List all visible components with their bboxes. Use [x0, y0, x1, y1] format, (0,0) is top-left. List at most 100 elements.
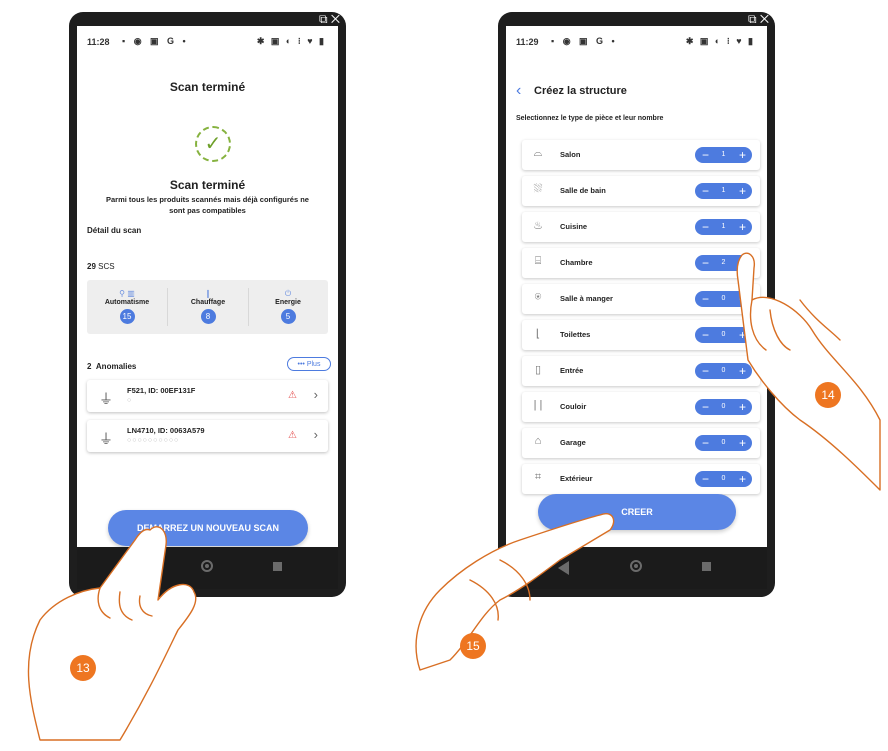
category-count-badge: 15	[119, 309, 135, 324]
room-row-chambre[interactable]: ⌸ Chambre −2 +	[522, 248, 760, 278]
room-count-stepper[interactable]: −1 +	[695, 147, 752, 163]
plug-icon: ⏚	[99, 391, 113, 407]
room-name: Chambre	[560, 258, 593, 267]
page-title: Scan terminé	[169, 80, 246, 94]
toilet-icon: ⌊	[535, 328, 541, 340]
warning-icon: ⚠	[288, 430, 297, 441]
warning-icon: ⚠	[288, 390, 297, 401]
room-row-entree[interactable]: ▯ Entrée −0 +	[522, 356, 760, 386]
room-row-salle-a-manger[interactable]: ⍟ Salle à manger −0 +	[522, 284, 760, 314]
home-icon[interactable]	[201, 560, 213, 572]
plus-icon[interactable]: +	[739, 219, 746, 235]
room-row-cuisine[interactable]: ♨ Cuisine −1 +	[522, 212, 760, 242]
room-count-stepper[interactable]: −1 +	[695, 183, 752, 199]
room-name: Salle à manger	[560, 294, 613, 303]
create-button[interactable]: CREER	[538, 494, 736, 530]
plus-icon[interactable]: +	[739, 147, 746, 163]
room-row-exterieur[interactable]: ⌗ Extérieur −0 +	[522, 464, 760, 494]
left-screen: 11:28 ▪ ◉ ▣ G • ✱ ▣ ◐ ⁝ ♥ ▮ Scan terminé…	[77, 26, 338, 589]
device-status-dots: ○	[127, 397, 133, 404]
room-count-stepper[interactable]: −1 +	[695, 219, 752, 235]
category-automatisme[interactable]: ⚲ ▥ Automatisme 15	[87, 280, 167, 334]
recent-apps-icon[interactable]	[702, 562, 711, 571]
anomalies-label: Anomalies	[95, 362, 137, 371]
plus-icon[interactable]: +	[739, 363, 746, 379]
room-name: Garage	[560, 438, 586, 447]
category-label: Chauffage	[190, 299, 226, 306]
plus-icon[interactable]: +	[739, 255, 746, 271]
room-row-couloir[interactable]: | | Couloir −0 +	[522, 392, 760, 422]
room-row-toilettes[interactable]: ⌊ Toilettes −0 +	[522, 320, 760, 350]
chevron-right-icon[interactable]: ›	[314, 387, 318, 402]
sofa-icon: ⌓	[533, 147, 543, 159]
room-count-stepper[interactable]: −0 +	[695, 327, 752, 343]
room-row-garage[interactable]: ⌂ Garage −0 +	[522, 428, 760, 458]
category-chauffage[interactable]: ❙ Chauffage 8	[168, 280, 248, 334]
window-controls[interactable]: ⧉ ✕	[319, 12, 340, 27]
back-arrow-icon[interactable]: ‹	[516, 82, 521, 100]
scan-count-unit: SCS	[98, 262, 115, 271]
device-name: LN4710, ID: 0063A579	[127, 426, 205, 435]
category-energie[interactable]: ⏻ Energie 5	[248, 280, 328, 334]
home-icon[interactable]	[630, 560, 642, 572]
status-system-icons: ✱ ▣ ◐ ⁝ ♥ ▮	[256, 36, 326, 46]
plus-icon[interactable]: +	[739, 471, 746, 487]
shower-icon: ⛆	[533, 183, 543, 195]
room-name: Entrée	[560, 366, 584, 375]
blinds-icon: ⚲ ▥	[119, 289, 135, 298]
room-name: Couloir	[560, 402, 587, 411]
back-icon[interactable]	[129, 561, 140, 575]
device-card[interactable]: ⏚ LN4710, ID: 0063A579 ○○○○○○○○○○ ⚠ ›	[87, 420, 328, 452]
scan-count-value: 29	[87, 262, 96, 271]
category-label: Energie	[275, 299, 301, 306]
scan-count: 29 SCS	[87, 262, 115, 271]
recent-apps-icon[interactable]	[273, 562, 282, 571]
plus-icon[interactable]: +	[739, 291, 746, 307]
status-notification-icons: ▪ ◉ ▣ G •	[122, 36, 189, 46]
room-name: Cuisine	[560, 222, 588, 231]
right-phone: ⧉ ✕ 11:29 ▪ ◉ ▣ G • ✱ ▣ ◐ ⁝ ♥ ▮ ‹ Créez …	[498, 12, 775, 597]
room-count-stepper[interactable]: −0 +	[695, 435, 752, 451]
chevron-right-icon[interactable]: ›	[314, 427, 318, 442]
room-row-salle-de-bain[interactable]: ⛆ Salle de bain −1 +	[522, 176, 760, 206]
fence-icon: ⌗	[534, 471, 542, 483]
result-title: Scan terminé	[169, 178, 246, 192]
more-button[interactable]: ••• Plus	[287, 357, 331, 371]
plus-icon[interactable]: +	[739, 183, 746, 199]
cutlery-icon: ⍟	[534, 291, 542, 303]
room-name: Salon	[560, 150, 581, 159]
room-count-stepper[interactable]: −0 +	[695, 291, 752, 307]
status-bar: 11:28 ▪ ◉ ▣ G • ✱ ▣ ◐ ⁝ ♥ ▮	[77, 26, 338, 56]
device-card[interactable]: ⏚ F521, ID: 00EF131F ○ ⚠ ›	[87, 380, 328, 412]
window-controls[interactable]: ⧉ ✕	[748, 12, 769, 27]
category-label: Automatisme	[104, 299, 150, 306]
plus-icon[interactable]: +	[739, 327, 746, 343]
room-count-stepper[interactable]: −0 +	[695, 363, 752, 379]
room-count-stepper[interactable]: −2 +	[695, 255, 752, 271]
room-name: Salle de bain	[560, 186, 606, 195]
room-row-salon[interactable]: ⌓ Salon −1 +	[522, 140, 760, 170]
result-description: Parmi tous les produits scannés mais déj…	[106, 195, 309, 215]
room-count-stepper[interactable]: −0 +	[695, 471, 752, 487]
corridor-icon: | |	[533, 399, 543, 411]
device-name: F521, ID: 00EF131F	[127, 386, 196, 395]
anomalies-count: 2	[87, 362, 92, 371]
pot-icon: ♨	[533, 220, 543, 232]
room-count-stepper[interactable]: −0 +	[695, 399, 752, 415]
start-new-scan-button[interactable]: DEMARREZ UN NOUVEAU SCAN	[108, 510, 308, 546]
status-time: 11:28	[87, 37, 110, 47]
back-icon[interactable]	[558, 561, 569, 575]
category-summary: ⚲ ▥ Automatisme 15 ❙ Chauffage 8 ⏻ Energ…	[87, 280, 328, 334]
android-nav-bar	[506, 547, 767, 589]
door-icon: ▯	[534, 364, 542, 376]
plus-icon[interactable]: +	[739, 399, 746, 415]
bed-icon: ⌸	[534, 255, 542, 267]
category-count-badge: 5	[280, 309, 296, 324]
anomalies-heading: 2 Anomalies	[87, 362, 136, 371]
right-screen: 11:29 ▪ ◉ ▣ G • ✱ ▣ ◐ ⁝ ♥ ▮ ‹ Créez la s…	[506, 26, 767, 589]
android-nav-bar	[77, 547, 338, 589]
room-name: Extérieur	[560, 474, 593, 483]
success-check-icon: ✓	[195, 126, 231, 162]
garage-icon: ⌂	[534, 435, 542, 447]
plus-icon[interactable]: +	[739, 435, 746, 451]
